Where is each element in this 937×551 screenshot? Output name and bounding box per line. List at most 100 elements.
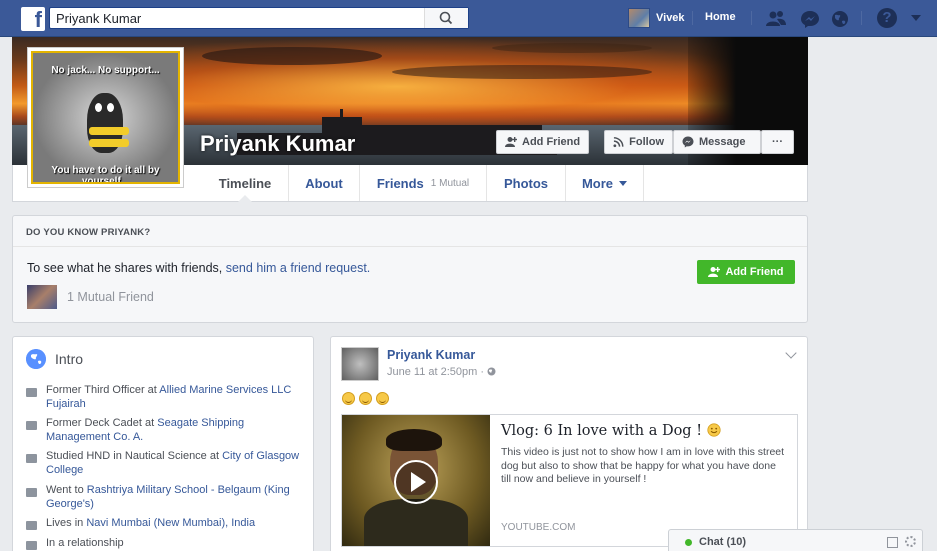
more-options-icon: ··· xyxy=(772,136,783,148)
globe-icon xyxy=(26,349,46,369)
add-friend-button[interactable]: Add Friend xyxy=(496,130,590,154)
nav-divider xyxy=(751,11,752,25)
tab-about[interactable]: About xyxy=(289,165,360,201)
tab-friends-mutual-count: 1 Mutual xyxy=(430,177,470,189)
gear-icon[interactable] xyxy=(905,536,916,547)
more-options-button[interactable]: ··· xyxy=(761,130,794,154)
do-you-know-prompt: To see what he shares with friends, xyxy=(27,261,223,275)
intro-item-text: Studied HND in Nautical Science at City … xyxy=(46,450,306,477)
intro-item-education: Studied HND in Nautical Science at City … xyxy=(26,450,306,477)
intro-item-prefix: Went to xyxy=(46,484,87,496)
follow-button[interactable]: Follow xyxy=(604,130,673,154)
video-title-text: Vlog: 6 In love with a Dog ! xyxy=(501,423,703,439)
notifications-globe-icon[interactable] xyxy=(829,9,851,29)
intro-item-prefix: Lives in xyxy=(46,517,87,529)
message-label: Message xyxy=(699,136,746,148)
post-options-chevron-icon[interactable] xyxy=(785,347,797,359)
user-avatar xyxy=(628,8,650,28)
help-icon[interactable]: ? xyxy=(877,8,897,28)
top-navbar: f Vivek Home ? xyxy=(0,0,937,37)
smile-emoji-icon xyxy=(342,392,355,405)
video-title[interactable]: Vlog: 6 In love with a Dog ! xyxy=(501,423,721,439)
profile-link[interactable]: Vivek xyxy=(628,8,685,28)
account-menu-caret-icon[interactable] xyxy=(911,15,921,21)
follow-rss-icon xyxy=(613,137,624,148)
nav-divider xyxy=(861,11,862,25)
friend-requests-icon[interactable] xyxy=(765,9,787,29)
cover-cloud xyxy=(492,43,652,53)
post-timestamp[interactable]: June 11 at 2:50pm · xyxy=(387,366,496,378)
search-button[interactable] xyxy=(424,8,468,28)
graduation-cap-icon xyxy=(26,454,37,463)
graduation-cap-icon xyxy=(26,488,37,497)
intro-item-work: Former Deck Cadet at Seagate Shipping Ma… xyxy=(26,417,306,444)
intro-item-relationship: In a relationship xyxy=(26,537,306,551)
profile-picture-caption-bottom: You have to do it all by yourself... xyxy=(51,165,160,184)
intro-item-text: Former Deck Cadet at Seagate Shipping Ma… xyxy=(46,417,306,444)
tab-friends[interactable]: Friends 1 Mutual xyxy=(360,165,487,201)
profile-name[interactable]: Priyank Kumar xyxy=(200,131,355,157)
intro-item-text: In a relationship xyxy=(46,537,124,551)
intro-item-prefix: Former Third Officer at xyxy=(46,384,160,396)
intro-item-text: Lives in Navi Mumbai (New Mumbai), India xyxy=(46,517,255,531)
tab-label: Photos xyxy=(503,175,549,191)
follow-label: Follow xyxy=(629,136,664,148)
add-friend-label: Add Friend xyxy=(725,266,784,278)
chat-bar[interactable]: Chat (10) xyxy=(668,529,923,551)
briefcase-icon xyxy=(26,388,37,397)
messenger-icon xyxy=(682,136,694,148)
add-friend-icon xyxy=(505,137,517,147)
nav-divider xyxy=(692,11,693,25)
bee-eye xyxy=(95,103,102,112)
mutual-friend-link[interactable]: 1 Mutual Friend xyxy=(67,290,154,304)
play-icon[interactable] xyxy=(394,460,438,504)
profile-picture[interactable]: No jack... No support... You have to do … xyxy=(27,47,184,188)
intro-item-text: Former Third Officer at Allied Marine Se… xyxy=(46,384,306,411)
post-time-text: June 11 at 2:50pm · xyxy=(387,366,488,378)
tab-more[interactable]: More xyxy=(566,165,644,201)
add-friend-label: Add Friend xyxy=(522,136,581,148)
post-author-name[interactable]: Priyank Kumar xyxy=(387,348,475,362)
post-author-avatar[interactable] xyxy=(341,347,379,381)
shared-video-card[interactable]: Vlog: 6 In love with a Dog ! This video … xyxy=(341,414,798,547)
tab-label: Timeline xyxy=(218,175,272,191)
chat-label: Chat (10) xyxy=(699,536,747,548)
cover-cloud xyxy=(392,65,652,79)
messages-icon[interactable] xyxy=(799,9,821,29)
smile-emoji-icon xyxy=(359,392,372,405)
tab-photos[interactable]: Photos xyxy=(487,165,566,201)
tab-timeline[interactable]: Timeline xyxy=(202,165,289,202)
intro-item-prefix: Studied HND in Nautical Science at xyxy=(46,450,223,462)
intro-header: Intro xyxy=(26,349,83,369)
add-friend-green-button[interactable]: Add Friend xyxy=(697,260,795,284)
bee-stripe xyxy=(89,127,129,135)
profile-picture-image: No jack... No support... You have to do … xyxy=(31,51,180,184)
do-you-know-box: DO YOU KNOW PRIYANK? To see what he shar… xyxy=(12,215,808,323)
intro-item-prefix: Former Deck Cadet at xyxy=(46,417,158,429)
public-globe-icon xyxy=(487,367,496,376)
facebook-logo[interactable]: f xyxy=(21,7,45,31)
intro-item-prefix: In a relationship xyxy=(46,537,124,549)
video-description: This video is just not to show how I am … xyxy=(501,446,785,485)
smile-emoji-icon xyxy=(707,423,721,437)
chevron-down-icon xyxy=(619,180,628,186)
tab-label: More xyxy=(581,175,614,191)
intro-card: Intro Former Third Officer at Allied Mar… xyxy=(12,336,314,551)
video-thumbnail[interactable] xyxy=(342,415,490,546)
heart-icon xyxy=(26,541,37,550)
intro-item-work: Former Third Officer at Allied Marine Se… xyxy=(26,384,306,411)
mutual-friend-avatar[interactable] xyxy=(27,285,57,309)
search-input[interactable] xyxy=(56,10,426,26)
compose-icon[interactable] xyxy=(887,537,898,548)
smile-emoji-icon xyxy=(376,392,389,405)
intro-item-link[interactable]: Navi Mumbai (New Mumbai), India xyxy=(86,517,255,529)
home-link[interactable]: Home xyxy=(705,11,736,23)
intro-item-school: Went to Rashtriya Military School - Belg… xyxy=(26,484,306,511)
message-button[interactable]: Message xyxy=(673,130,761,154)
tab-label: Friends xyxy=(376,175,424,191)
tab-label: About xyxy=(305,175,343,191)
do-you-know-heading: DO YOU KNOW PRIYANK? xyxy=(13,216,807,247)
intro-title: Intro xyxy=(55,351,84,367)
send-friend-request-link[interactable]: send him a friend request. xyxy=(226,261,371,275)
do-you-know-text: To see what he shares with friends, send… xyxy=(27,261,370,275)
